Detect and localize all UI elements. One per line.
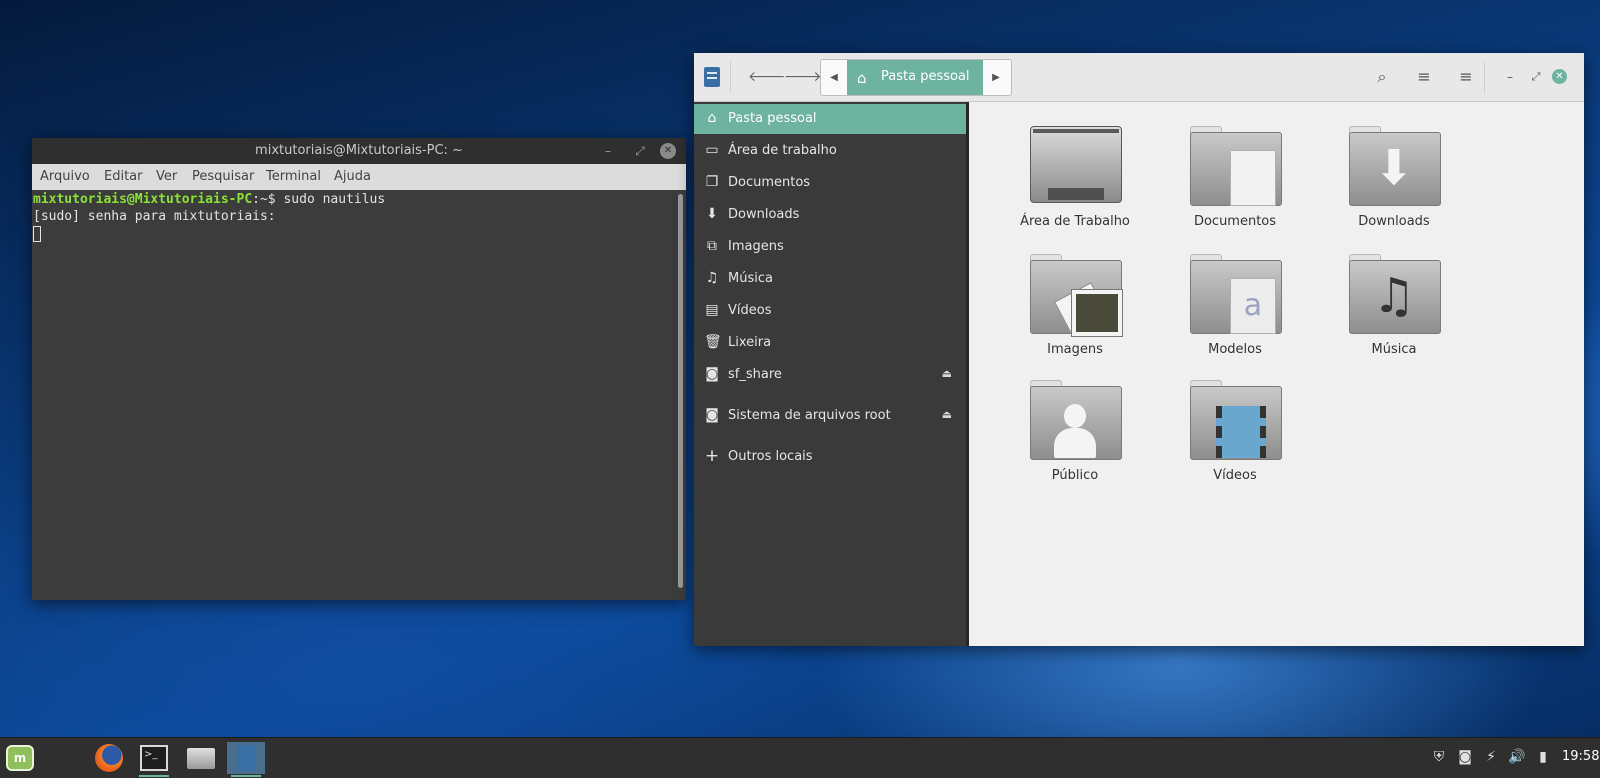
folder-musica[interactable]: ♫ Música: [1324, 254, 1464, 369]
prompt-path: :~$: [252, 192, 276, 207]
sidebar-item-downloads[interactable]: ⬇ Downloads: [694, 200, 966, 230]
trash-icon: 🗑: [704, 334, 722, 350]
volume-icon[interactable]: 🔊: [1508, 748, 1526, 766]
sidebar-item-sistema-de-arquivos-root[interactable]: ◙ Sistema de arquivos root ⏏: [694, 401, 966, 431]
menu-arquivo[interactable]: Arquivo: [40, 169, 90, 184]
taskbar: m >_ ⛨ ◙ ⚡ 🔊 ▮ 19:58: [0, 737, 1600, 778]
folder-documentos[interactable]: Documentos: [1165, 126, 1305, 241]
terminal-titlebar[interactable]: mixtutoriais@Mixtutoriais-PC: ~ – ⤢ ✕: [32, 138, 686, 164]
documents-icon: ❐: [705, 174, 719, 190]
home-icon: ⌂: [857, 69, 867, 87]
path-right-arrow-icon[interactable]: ▶: [983, 60, 1009, 95]
clock[interactable]: 19:58: [1562, 749, 1599, 764]
desktop-icon: ▭: [705, 142, 719, 158]
path-left-arrow-icon[interactable]: ◀: [821, 60, 847, 95]
sidebar-item-musica[interactable]: ♫ Música: [694, 264, 966, 294]
sidebar-item-documentos[interactable]: ❐ Documentos: [694, 168, 966, 198]
header-separator: [1484, 61, 1485, 93]
header-separator: [730, 61, 731, 93]
terminal-menubar: Arquivo Editar Ver Pesquisar Terminal Aj…: [32, 164, 686, 190]
drive-icon: ◙: [705, 366, 719, 382]
home-icon: ⌂: [707, 110, 717, 126]
path-button-home[interactable]: ⌂ Pasta pessoal: [847, 60, 983, 95]
sidebar-item-videos[interactable]: ▤ Vídeos: [694, 296, 966, 326]
terminal-title: mixtutoriais@Mixtutoriais-PC: ~: [255, 143, 463, 158]
close-icon[interactable]: ✕: [1552, 69, 1567, 84]
drive-icon[interactable]: ◙: [1456, 748, 1474, 766]
network-icon[interactable]: ⚡: [1482, 748, 1500, 766]
drive-icon: ◙: [705, 407, 719, 423]
menu-ajuda[interactable]: Ajuda: [334, 169, 371, 184]
sidebar-item-area-de-trabalho[interactable]: ▭ Área de trabalho: [694, 136, 966, 166]
file-manager-app-icon: [704, 67, 720, 87]
folder-downloads[interactable]: ⬇ Downloads: [1324, 126, 1464, 241]
shield-icon[interactable]: ⛨: [1430, 748, 1448, 766]
path-label: Pasta pessoal: [881, 69, 970, 84]
terminal-icon[interactable]: >_: [135, 742, 173, 777]
menu-ver[interactable]: Ver: [156, 169, 177, 184]
terminal-window[interactable]: mixtutoriais@Mixtutoriais-PC: ~ – ⤢ ✕ Ar…: [32, 138, 686, 600]
terminal-cursor: [33, 226, 41, 242]
minimize-icon[interactable]: –: [1498, 66, 1522, 88]
terminal-command-line: mixtutoriais@Mixtutoriais-PC:~$ sudo nau…: [33, 191, 675, 208]
folder-modelos[interactable]: a Modelos: [1165, 254, 1305, 369]
terminal-output-line: [sudo] senha para mixtutoriais:: [33, 209, 276, 224]
file-manager-icon[interactable]: [227, 742, 265, 777]
minimize-icon[interactable]: –: [600, 143, 616, 159]
menu-icon[interactable]: ≡: [1454, 66, 1478, 88]
back-arrow-icon[interactable]: 🡐: [748, 67, 786, 87]
view-options-icon[interactable]: ≡: [1412, 66, 1436, 88]
terminal-command: sudo nautilus: [275, 192, 386, 207]
firefox-icon[interactable]: [90, 742, 128, 774]
maximize-icon[interactable]: ⤢: [1524, 66, 1548, 88]
terminal-output[interactable]: mixtutoriais@Mixtutoriais-PC:~$ sudo nau…: [32, 190, 676, 600]
file-manager-headerbar: 🡐 🡒 ◀ ⌂ Pasta pessoal ▶ ⌕ ≡ ≡ – ⤢ ✕: [694, 53, 1584, 102]
terminal-scrollbar[interactable]: [678, 194, 683, 588]
battery-icon[interactable]: ▮: [1534, 748, 1552, 766]
sidebar-item-lixeira[interactable]: 🗑 Lixeira: [694, 328, 966, 358]
menu-editar[interactable]: Editar: [104, 169, 143, 184]
folder-imagens[interactable]: Imagens: [1005, 254, 1145, 369]
sidebar-item-pasta-pessoal[interactable]: ⌂ Pasta pessoal: [694, 104, 966, 134]
download-icon: ⬇: [706, 206, 718, 222]
menu-terminal[interactable]: Terminal: [266, 169, 321, 184]
plus-icon: +: [704, 446, 720, 466]
prompt-user: mixtutoriais@Mixtutoriais-PC: [33, 192, 253, 207]
sidebar-item-sf-share[interactable]: ◙ sf_share ⏏: [694, 360, 966, 390]
folder-publico[interactable]: Público: [1005, 380, 1145, 495]
close-icon[interactable]: ✕: [660, 143, 676, 159]
menu-pesquisar[interactable]: Pesquisar: [192, 169, 254, 184]
music-icon: ♫: [705, 270, 719, 286]
mint-menu-icon[interactable]: m: [2, 742, 40, 774]
maximize-icon[interactable]: ⤢: [632, 143, 648, 159]
sidebar-item-imagens[interactable]: ⧉ Imagens: [694, 232, 966, 262]
places-sidebar: ⌂ Pasta pessoal ▭ Área de trabalho ❐ Doc…: [694, 102, 969, 646]
files-icon[interactable]: [182, 742, 220, 774]
folder-area-de-trabalho[interactable]: Área de Trabalho: [1005, 126, 1145, 241]
desktop-folder-icon: [1030, 126, 1122, 203]
pictures-icon: ⧉: [707, 238, 717, 254]
eject-icon[interactable]: ⏏: [942, 408, 952, 421]
folder-videos[interactable]: Vídeos: [1165, 380, 1305, 495]
forward-arrow-icon[interactable]: 🡒: [784, 67, 822, 87]
sidebar-item-outros-locais[interactable]: + Outros locais: [694, 442, 966, 472]
videos-icon: ▤: [705, 302, 719, 318]
file-icon-view: Área de Trabalho Documentos ⬇ Downloads: [969, 102, 1584, 646]
file-manager-window[interactable]: 🡐 🡒 ◀ ⌂ Pasta pessoal ▶ ⌕ ≡ ≡ – ⤢ ✕ ⌂ Pa…: [694, 53, 1584, 646]
path-bar: ◀ ⌂ Pasta pessoal ▶: [820, 59, 1012, 96]
search-icon[interactable]: ⌕: [1370, 66, 1394, 88]
eject-icon[interactable]: ⏏: [942, 367, 952, 380]
